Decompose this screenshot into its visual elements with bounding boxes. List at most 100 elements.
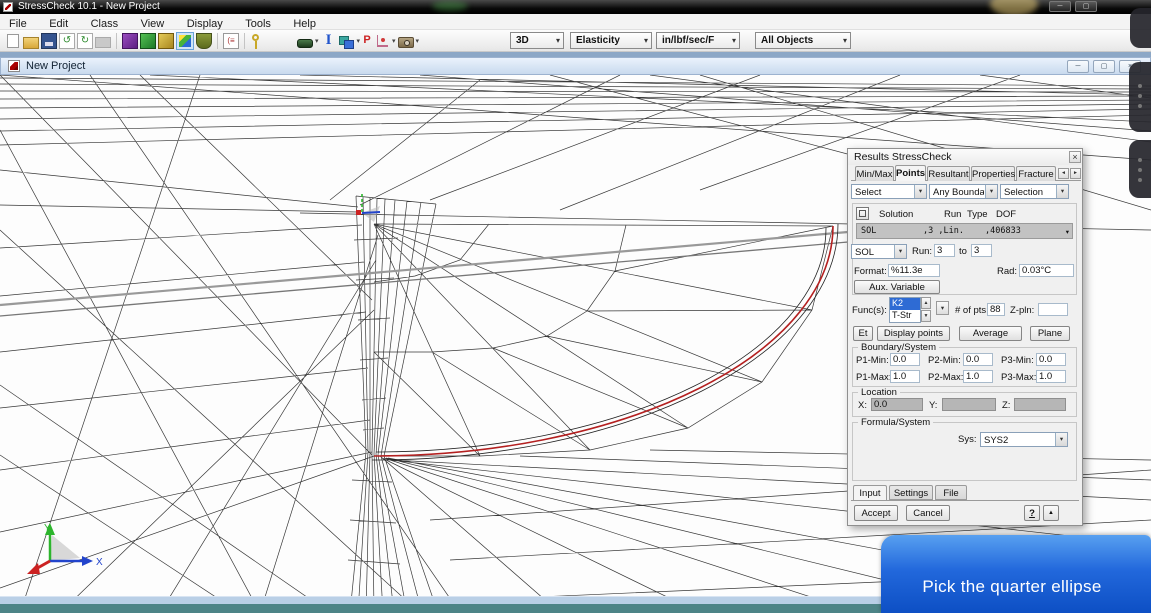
function-listbox[interactable]: K2 T-Str [889,297,921,323]
chevron-down-icon[interactable]: ▾ [894,245,906,258]
aux-variable-button[interactable]: Aux. Variable [854,280,940,294]
to-label: to [959,246,967,257]
axis-triad: Y X [27,523,103,574]
camera-icon[interactable] [398,37,414,48]
solution-row-combo[interactable]: SOL ,3 ,Lin. ,406833 ▾ [856,223,1073,239]
document-minimize-button[interactable]: ─ [1067,60,1089,73]
x-axis-label: X [96,557,103,568]
layers-icon[interactable] [339,33,355,49]
tab-resultant[interactable]: Resultant [927,166,970,181]
close-icon[interactable]: × [1069,151,1081,163]
print-icon[interactable] [95,37,111,48]
run-header: Run [944,209,961,220]
chevron-down-icon[interactable]: ▾ [1055,433,1067,446]
p2-min-field[interactable] [963,353,993,366]
chevron-down-icon[interactable]: ▾ [357,37,361,45]
x-location-field[interactable] [871,398,923,411]
average-button[interactable]: Average [959,326,1022,341]
solution-checkbox[interactable] [856,207,869,220]
solution-header: Solution [879,209,913,220]
new-document-icon[interactable] [7,34,19,48]
ibeam-icon[interactable]: I [321,33,337,49]
p3-max-field[interactable] [1036,370,1066,383]
tab-scroll-right-icon[interactable]: ► [1070,168,1081,179]
p2-max-field[interactable] [963,370,993,383]
help-icon[interactable]: ? [1024,505,1040,521]
z-location-field[interactable] [1014,398,1066,411]
p1-max-field[interactable] [890,370,920,383]
objects-filter-combo[interactable]: All Objects ▾ [755,32,851,49]
run-to-field[interactable] [971,244,992,257]
app-title: StressCheck 10.1 - New Project [18,1,160,12]
spinner-up-icon[interactable]: ▲ [921,297,931,309]
function-option-selected[interactable]: K2 [890,298,920,310]
y-location-field[interactable] [942,398,996,411]
rad-field[interactable] [1019,264,1074,277]
document-maximize-button[interactable]: ▢ [1093,60,1115,73]
tab-file[interactable]: File [935,485,967,500]
spinner-down-icon[interactable]: ▼ [921,310,931,322]
plot-axes-icon[interactable] [374,33,390,49]
sys-combo[interactable]: SYS2 ▾ [980,432,1068,447]
overlay-pill-top[interactable] [1130,8,1151,48]
chevron-down-icon[interactable]: ▾ [315,37,319,45]
units-combo[interactable]: in/lbf/sec/F ▾ [656,32,740,49]
p1-max-label: P1-Max: [856,372,891,383]
save-icon[interactable] [41,33,57,49]
tab-settings[interactable]: Settings [889,485,933,500]
plane-button[interactable]: Plane [1030,326,1070,341]
export-icon[interactable]: ↻ [77,33,93,49]
x-label: X: [858,400,867,411]
solution-name-combo[interactable]: SOL ▾ [851,244,907,259]
chevron-down-icon[interactable]: ▾ [392,37,396,45]
dimension-combo[interactable]: 3D ▾ [510,32,564,49]
tab-properties[interactable]: Properties [971,166,1015,181]
maximize-icon: ▢ [1083,3,1090,10]
zpln-field[interactable] [1038,303,1068,316]
constraint-shield-icon[interactable] [196,33,212,49]
et-button[interactable]: Et [853,326,873,341]
chevron-down-icon[interactable]: ▾ [1056,185,1068,198]
minimize-button[interactable]: ─ [1049,1,1071,12]
overlay-pill-middle[interactable] [1129,62,1151,132]
load-cube-icon[interactable] [158,33,174,49]
tab-input[interactable]: Input [853,485,887,501]
results-dialog-titlebar[interactable]: Results StressCheck × [848,149,1082,165]
mesh-cube-icon[interactable] [140,33,156,49]
chevron-down-icon[interactable]: ▾ [416,37,420,45]
tab-minmax[interactable]: Min/Max [855,166,894,181]
help-key-icon[interactable] [250,33,260,49]
model-cube-icon[interactable] [122,33,138,49]
accept-button[interactable]: Accept [854,505,898,521]
tab-scroll-left-icon[interactable]: ◄ [1058,168,1069,179]
p-icon[interactable]: P [362,33,372,49]
analysis-type-combo[interactable]: Elasticity ▾ [570,32,652,49]
format-field[interactable] [888,264,940,277]
report-icon[interactable]: (≡ [223,33,239,49]
chevron-down-icon[interactable]: ▾ [985,185,997,198]
run-from-field[interactable] [934,244,955,257]
recording-highlight [432,1,468,11]
num-points-field[interactable] [987,303,1005,316]
display-settings-icon[interactable] [176,32,194,50]
chevron-down-icon[interactable]: ▾ [914,185,926,198]
p1-min-field[interactable] [890,353,920,366]
tab-points[interactable]: Points [895,165,926,181]
solver-icon[interactable] [297,39,313,48]
function-dropdown-icon[interactable]: ▾ [936,301,949,315]
collapse-up-icon[interactable]: ▲ [1043,505,1059,521]
p3-min-field[interactable] [1036,353,1066,366]
minimize-icon: ─ [1058,3,1063,10]
overlay-pill-lower[interactable] [1129,140,1151,198]
tab-fracture[interactable]: Fracture [1016,166,1056,181]
selection-combo[interactable]: Selection ▾ [1000,184,1069,199]
maximize-button[interactable]: ▢ [1075,1,1097,12]
chevron-down-icon[interactable]: ▾ [1066,228,1069,236]
function-option[interactable]: T-Str [890,310,920,322]
display-points-button[interactable]: Display points [877,326,950,341]
import-icon[interactable]: ↺ [59,33,75,49]
select-mode-combo[interactable]: Select ▾ [851,184,927,199]
cancel-button[interactable]: Cancel [906,505,950,521]
boundary-filter-combo[interactable]: Any Boundary ▾ [929,184,998,199]
open-folder-icon[interactable] [23,37,39,49]
